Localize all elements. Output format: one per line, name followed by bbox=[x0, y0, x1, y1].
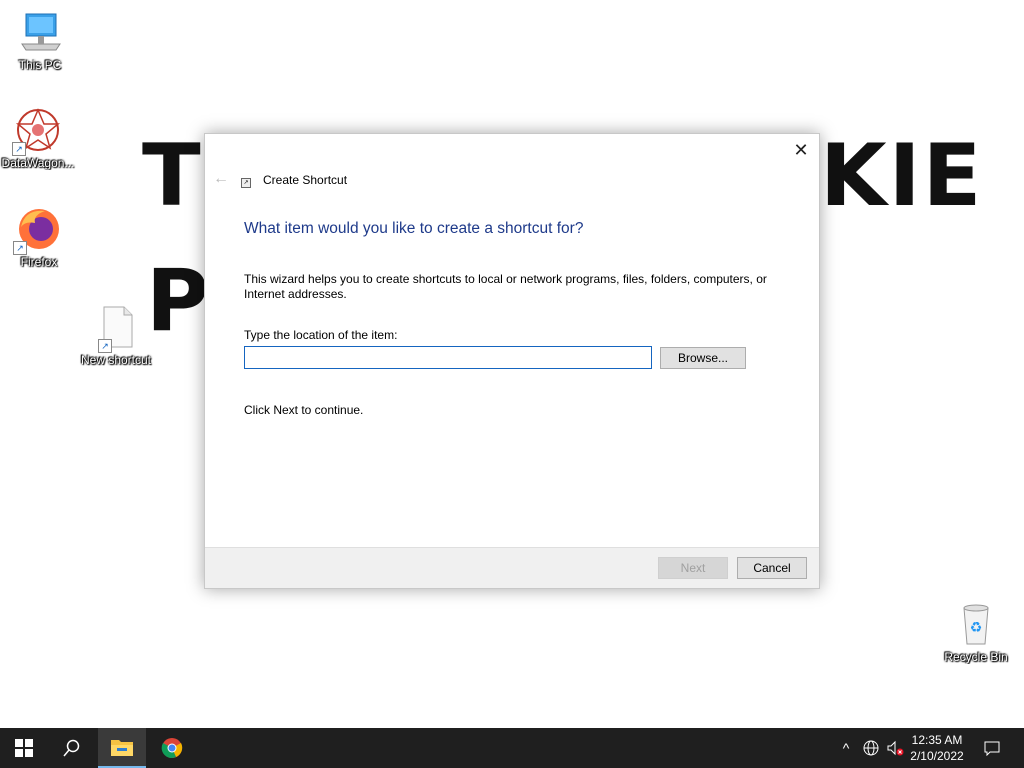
clock-date: 2/10/2022 bbox=[910, 749, 964, 763]
desktop-icon-datawagon[interactable]: ↗ DataWagon... bbox=[0, 106, 78, 170]
file-explorer-taskbar-button[interactable] bbox=[98, 728, 146, 768]
desktop-icon-label: This PC bbox=[18, 58, 62, 72]
notification-icon bbox=[984, 741, 1000, 756]
browse-button[interactable]: Browse... bbox=[660, 347, 746, 369]
svg-text:♻: ♻ bbox=[970, 620, 983, 636]
shortcut-arrow-icon: ↗ bbox=[98, 339, 112, 353]
windows-logo-icon bbox=[15, 739, 33, 757]
location-label: Type the location of the item: bbox=[244, 328, 398, 342]
desktop-icon-recycle-bin[interactable]: ♻ Recycle Bin bbox=[936, 600, 1016, 664]
show-hidden-icons-button[interactable]: ^ bbox=[836, 728, 856, 768]
wallpaper-text-line1-left: T bbox=[142, 126, 203, 226]
action-center-button[interactable] bbox=[980, 728, 1004, 768]
desktop-icon-this-pc[interactable]: This PC bbox=[0, 8, 80, 72]
desktop-icon-label: New shortcut bbox=[80, 353, 152, 367]
computer-icon bbox=[16, 8, 64, 56]
shortcut-arrow-icon: ↗ bbox=[13, 241, 27, 255]
dialog-footer: Next Cancel bbox=[205, 547, 819, 588]
chrome-icon bbox=[161, 738, 183, 758]
clock-time: 12:35 AM bbox=[911, 733, 963, 747]
back-arrow-icon[interactable]: ← bbox=[213, 170, 229, 188]
search-button[interactable] bbox=[48, 728, 96, 768]
desktop-icon-new-shortcut[interactable]: ↗ New shortcut bbox=[76, 303, 156, 367]
cancel-button[interactable]: Cancel bbox=[737, 557, 807, 579]
folder-icon bbox=[111, 740, 133, 756]
taskbar-clock[interactable]: 12:35 AM 2/10/2022 bbox=[902, 732, 972, 764]
shortcut-icon: ↗ bbox=[241, 178, 251, 188]
taskbar: ^ 12:35 AM 2/10/2022 bbox=[0, 728, 1024, 768]
desktop-icon-label: Recycle Bin bbox=[944, 650, 1008, 664]
continue-hint: Click Next to continue. bbox=[244, 403, 364, 417]
desktop-icon-firefox[interactable]: ↗ Firefox bbox=[0, 205, 79, 269]
wallpaper-text-line1-right: KIE bbox=[820, 126, 984, 226]
create-shortcut-dialog: ✕ ← ↗ Create Shortcut What item would yo… bbox=[204, 133, 820, 589]
firefox-icon: ↗ bbox=[13, 205, 63, 255]
dialog-heading: What item would you like to create a sho… bbox=[244, 220, 584, 237]
chrome-taskbar-button[interactable] bbox=[148, 728, 196, 768]
datawagon-icon: ↗ bbox=[12, 106, 62, 156]
network-tray-button[interactable] bbox=[860, 728, 882, 768]
chevron-up-icon: ^ bbox=[842, 740, 850, 756]
recycle-bin-icon: ♻ bbox=[952, 600, 1000, 648]
file-icon: ↗ bbox=[92, 303, 140, 353]
dialog-title: Create Shortcut bbox=[263, 173, 348, 187]
dialog-description: This wizard helps you to create shortcut… bbox=[244, 272, 767, 301]
globe-icon bbox=[863, 740, 879, 756]
shortcut-arrow-icon: ↗ bbox=[12, 142, 26, 156]
desktop-icon-label: Firefox bbox=[20, 255, 58, 269]
next-button[interactable]: Next bbox=[658, 557, 728, 579]
close-icon[interactable]: ✕ bbox=[791, 140, 811, 160]
search-icon bbox=[63, 739, 80, 757]
desktop-icon-label: DataWagon... bbox=[1, 156, 75, 170]
location-input[interactable] bbox=[244, 346, 652, 369]
start-button[interactable] bbox=[0, 728, 48, 768]
